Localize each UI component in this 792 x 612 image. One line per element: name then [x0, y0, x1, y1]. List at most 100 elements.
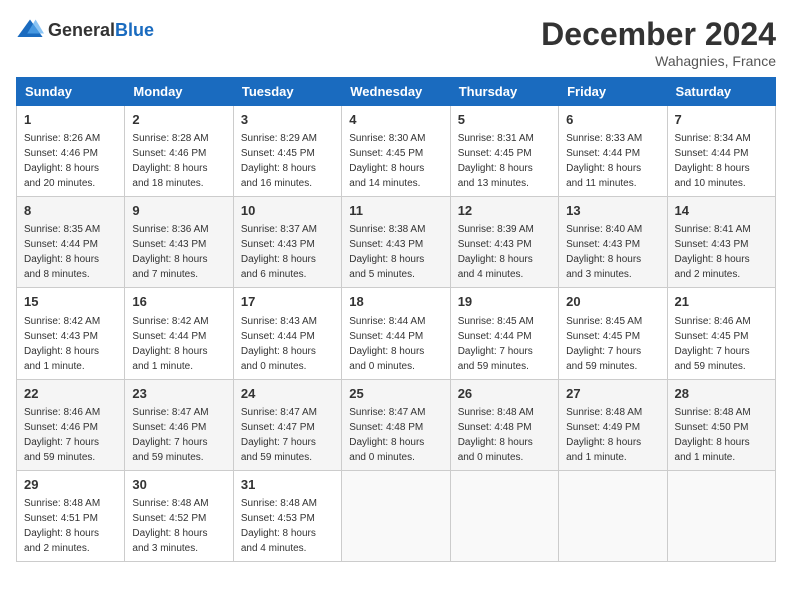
- table-cell: 16 Sunrise: 8:42 AMSunset: 4:44 PMDaylig…: [125, 288, 233, 379]
- day-detail: Sunrise: 8:48 AMSunset: 4:48 PMDaylight:…: [458, 407, 534, 463]
- day-number: 17: [241, 293, 334, 311]
- day-detail: Sunrise: 8:37 AMSunset: 4:43 PMDaylight:…: [241, 224, 317, 280]
- header-monday: Monday: [125, 78, 233, 106]
- header-saturday: Saturday: [667, 78, 775, 106]
- table-cell: [450, 470, 558, 561]
- calendar-week-row: 15 Sunrise: 8:42 AMSunset: 4:43 PMDaylig…: [17, 288, 776, 379]
- table-cell: [667, 470, 775, 561]
- table-cell: 26 Sunrise: 8:48 AMSunset: 4:48 PMDaylig…: [450, 379, 558, 470]
- day-number: 24: [241, 385, 334, 403]
- header-friday: Friday: [559, 78, 667, 106]
- calendar-week-row: 1 Sunrise: 8:26 AMSunset: 4:46 PMDayligh…: [17, 106, 776, 197]
- day-number: 1: [24, 111, 117, 129]
- header-wednesday: Wednesday: [342, 78, 450, 106]
- day-number: 8: [24, 202, 117, 220]
- day-number: 30: [132, 476, 225, 494]
- day-number: 2: [132, 111, 225, 129]
- day-number: 15: [24, 293, 117, 311]
- table-cell: 29 Sunrise: 8:48 AMSunset: 4:51 PMDaylig…: [17, 470, 125, 561]
- table-cell: 13 Sunrise: 8:40 AMSunset: 4:43 PMDaylig…: [559, 197, 667, 288]
- day-number: 3: [241, 111, 334, 129]
- logo-general-text: General: [48, 20, 115, 40]
- table-cell: 20 Sunrise: 8:45 AMSunset: 4:45 PMDaylig…: [559, 288, 667, 379]
- day-detail: Sunrise: 8:45 AMSunset: 4:44 PMDaylight:…: [458, 316, 534, 372]
- table-cell: 8 Sunrise: 8:35 AMSunset: 4:44 PMDayligh…: [17, 197, 125, 288]
- table-cell: 19 Sunrise: 8:45 AMSunset: 4:44 PMDaylig…: [450, 288, 558, 379]
- title-section: December 2024 Wahagnies, France: [541, 16, 776, 69]
- table-cell: 6 Sunrise: 8:33 AMSunset: 4:44 PMDayligh…: [559, 106, 667, 197]
- day-detail: Sunrise: 8:29 AMSunset: 4:45 PMDaylight:…: [241, 133, 317, 189]
- day-detail: Sunrise: 8:48 AMSunset: 4:52 PMDaylight:…: [132, 498, 208, 554]
- page-header: GeneralBlue December 2024 Wahagnies, Fra…: [16, 16, 776, 69]
- table-cell: [559, 470, 667, 561]
- day-number: 22: [24, 385, 117, 403]
- table-cell: 31 Sunrise: 8:48 AMSunset: 4:53 PMDaylig…: [233, 470, 341, 561]
- day-detail: Sunrise: 8:41 AMSunset: 4:43 PMDaylight:…: [675, 224, 751, 280]
- table-cell: 10 Sunrise: 8:37 AMSunset: 4:43 PMDaylig…: [233, 197, 341, 288]
- day-number: 11: [349, 202, 442, 220]
- day-number: 29: [24, 476, 117, 494]
- calendar-table: Sunday Monday Tuesday Wednesday Thursday…: [16, 77, 776, 562]
- header-thursday: Thursday: [450, 78, 558, 106]
- day-number: 21: [675, 293, 768, 311]
- day-detail: Sunrise: 8:47 AMSunset: 4:48 PMDaylight:…: [349, 407, 425, 463]
- day-detail: Sunrise: 8:48 AMSunset: 4:53 PMDaylight:…: [241, 498, 317, 554]
- day-number: 5: [458, 111, 551, 129]
- day-detail: Sunrise: 8:47 AMSunset: 4:46 PMDaylight:…: [132, 407, 208, 463]
- day-number: 25: [349, 385, 442, 403]
- day-detail: Sunrise: 8:38 AMSunset: 4:43 PMDaylight:…: [349, 224, 425, 280]
- table-cell: 3 Sunrise: 8:29 AMSunset: 4:45 PMDayligh…: [233, 106, 341, 197]
- table-cell: [342, 470, 450, 561]
- day-detail: Sunrise: 8:48 AMSunset: 4:51 PMDaylight:…: [24, 498, 100, 554]
- day-detail: Sunrise: 8:44 AMSunset: 4:44 PMDaylight:…: [349, 316, 425, 372]
- table-cell: 17 Sunrise: 8:43 AMSunset: 4:44 PMDaylig…: [233, 288, 341, 379]
- calendar-subtitle: Wahagnies, France: [541, 53, 776, 69]
- table-cell: 15 Sunrise: 8:42 AMSunset: 4:43 PMDaylig…: [17, 288, 125, 379]
- day-detail: Sunrise: 8:45 AMSunset: 4:45 PMDaylight:…: [566, 316, 642, 372]
- table-cell: 23 Sunrise: 8:47 AMSunset: 4:46 PMDaylig…: [125, 379, 233, 470]
- day-detail: Sunrise: 8:36 AMSunset: 4:43 PMDaylight:…: [132, 224, 208, 280]
- table-cell: 7 Sunrise: 8:34 AMSunset: 4:44 PMDayligh…: [667, 106, 775, 197]
- calendar-week-row: 8 Sunrise: 8:35 AMSunset: 4:44 PMDayligh…: [17, 197, 776, 288]
- day-detail: Sunrise: 8:42 AMSunset: 4:43 PMDaylight:…: [24, 316, 100, 372]
- day-detail: Sunrise: 8:31 AMSunset: 4:45 PMDaylight:…: [458, 133, 534, 189]
- table-cell: 4 Sunrise: 8:30 AMSunset: 4:45 PMDayligh…: [342, 106, 450, 197]
- day-number: 13: [566, 202, 659, 220]
- day-number: 19: [458, 293, 551, 311]
- day-number: 31: [241, 476, 334, 494]
- day-number: 16: [132, 293, 225, 311]
- table-cell: 12 Sunrise: 8:39 AMSunset: 4:43 PMDaylig…: [450, 197, 558, 288]
- day-number: 14: [675, 202, 768, 220]
- calendar-week-row: 22 Sunrise: 8:46 AMSunset: 4:46 PMDaylig…: [17, 379, 776, 470]
- table-cell: 14 Sunrise: 8:41 AMSunset: 4:43 PMDaylig…: [667, 197, 775, 288]
- table-cell: 21 Sunrise: 8:46 AMSunset: 4:45 PMDaylig…: [667, 288, 775, 379]
- table-cell: 27 Sunrise: 8:48 AMSunset: 4:49 PMDaylig…: [559, 379, 667, 470]
- day-number: 20: [566, 293, 659, 311]
- day-detail: Sunrise: 8:39 AMSunset: 4:43 PMDaylight:…: [458, 224, 534, 280]
- table-cell: 30 Sunrise: 8:48 AMSunset: 4:52 PMDaylig…: [125, 470, 233, 561]
- day-number: 28: [675, 385, 768, 403]
- table-cell: 24 Sunrise: 8:47 AMSunset: 4:47 PMDaylig…: [233, 379, 341, 470]
- day-number: 12: [458, 202, 551, 220]
- day-detail: Sunrise: 8:47 AMSunset: 4:47 PMDaylight:…: [241, 407, 317, 463]
- header-sunday: Sunday: [17, 78, 125, 106]
- day-detail: Sunrise: 8:26 AMSunset: 4:46 PMDaylight:…: [24, 133, 100, 189]
- day-detail: Sunrise: 8:40 AMSunset: 4:43 PMDaylight:…: [566, 224, 642, 280]
- day-detail: Sunrise: 8:42 AMSunset: 4:44 PMDaylight:…: [132, 316, 208, 372]
- table-cell: 9 Sunrise: 8:36 AMSunset: 4:43 PMDayligh…: [125, 197, 233, 288]
- table-cell: 1 Sunrise: 8:26 AMSunset: 4:46 PMDayligh…: [17, 106, 125, 197]
- table-cell: 25 Sunrise: 8:47 AMSunset: 4:48 PMDaylig…: [342, 379, 450, 470]
- day-detail: Sunrise: 8:48 AMSunset: 4:49 PMDaylight:…: [566, 407, 642, 463]
- day-number: 6: [566, 111, 659, 129]
- day-detail: Sunrise: 8:33 AMSunset: 4:44 PMDaylight:…: [566, 133, 642, 189]
- logo-blue-text: Blue: [115, 20, 154, 40]
- logo: GeneralBlue: [16, 16, 154, 44]
- day-number: 26: [458, 385, 551, 403]
- day-detail: Sunrise: 8:34 AMSunset: 4:44 PMDaylight:…: [675, 133, 751, 189]
- table-cell: 28 Sunrise: 8:48 AMSunset: 4:50 PMDaylig…: [667, 379, 775, 470]
- calendar-title: December 2024: [541, 16, 776, 53]
- day-number: 23: [132, 385, 225, 403]
- day-number: 27: [566, 385, 659, 403]
- table-cell: 22 Sunrise: 8:46 AMSunset: 4:46 PMDaylig…: [17, 379, 125, 470]
- table-cell: 18 Sunrise: 8:44 AMSunset: 4:44 PMDaylig…: [342, 288, 450, 379]
